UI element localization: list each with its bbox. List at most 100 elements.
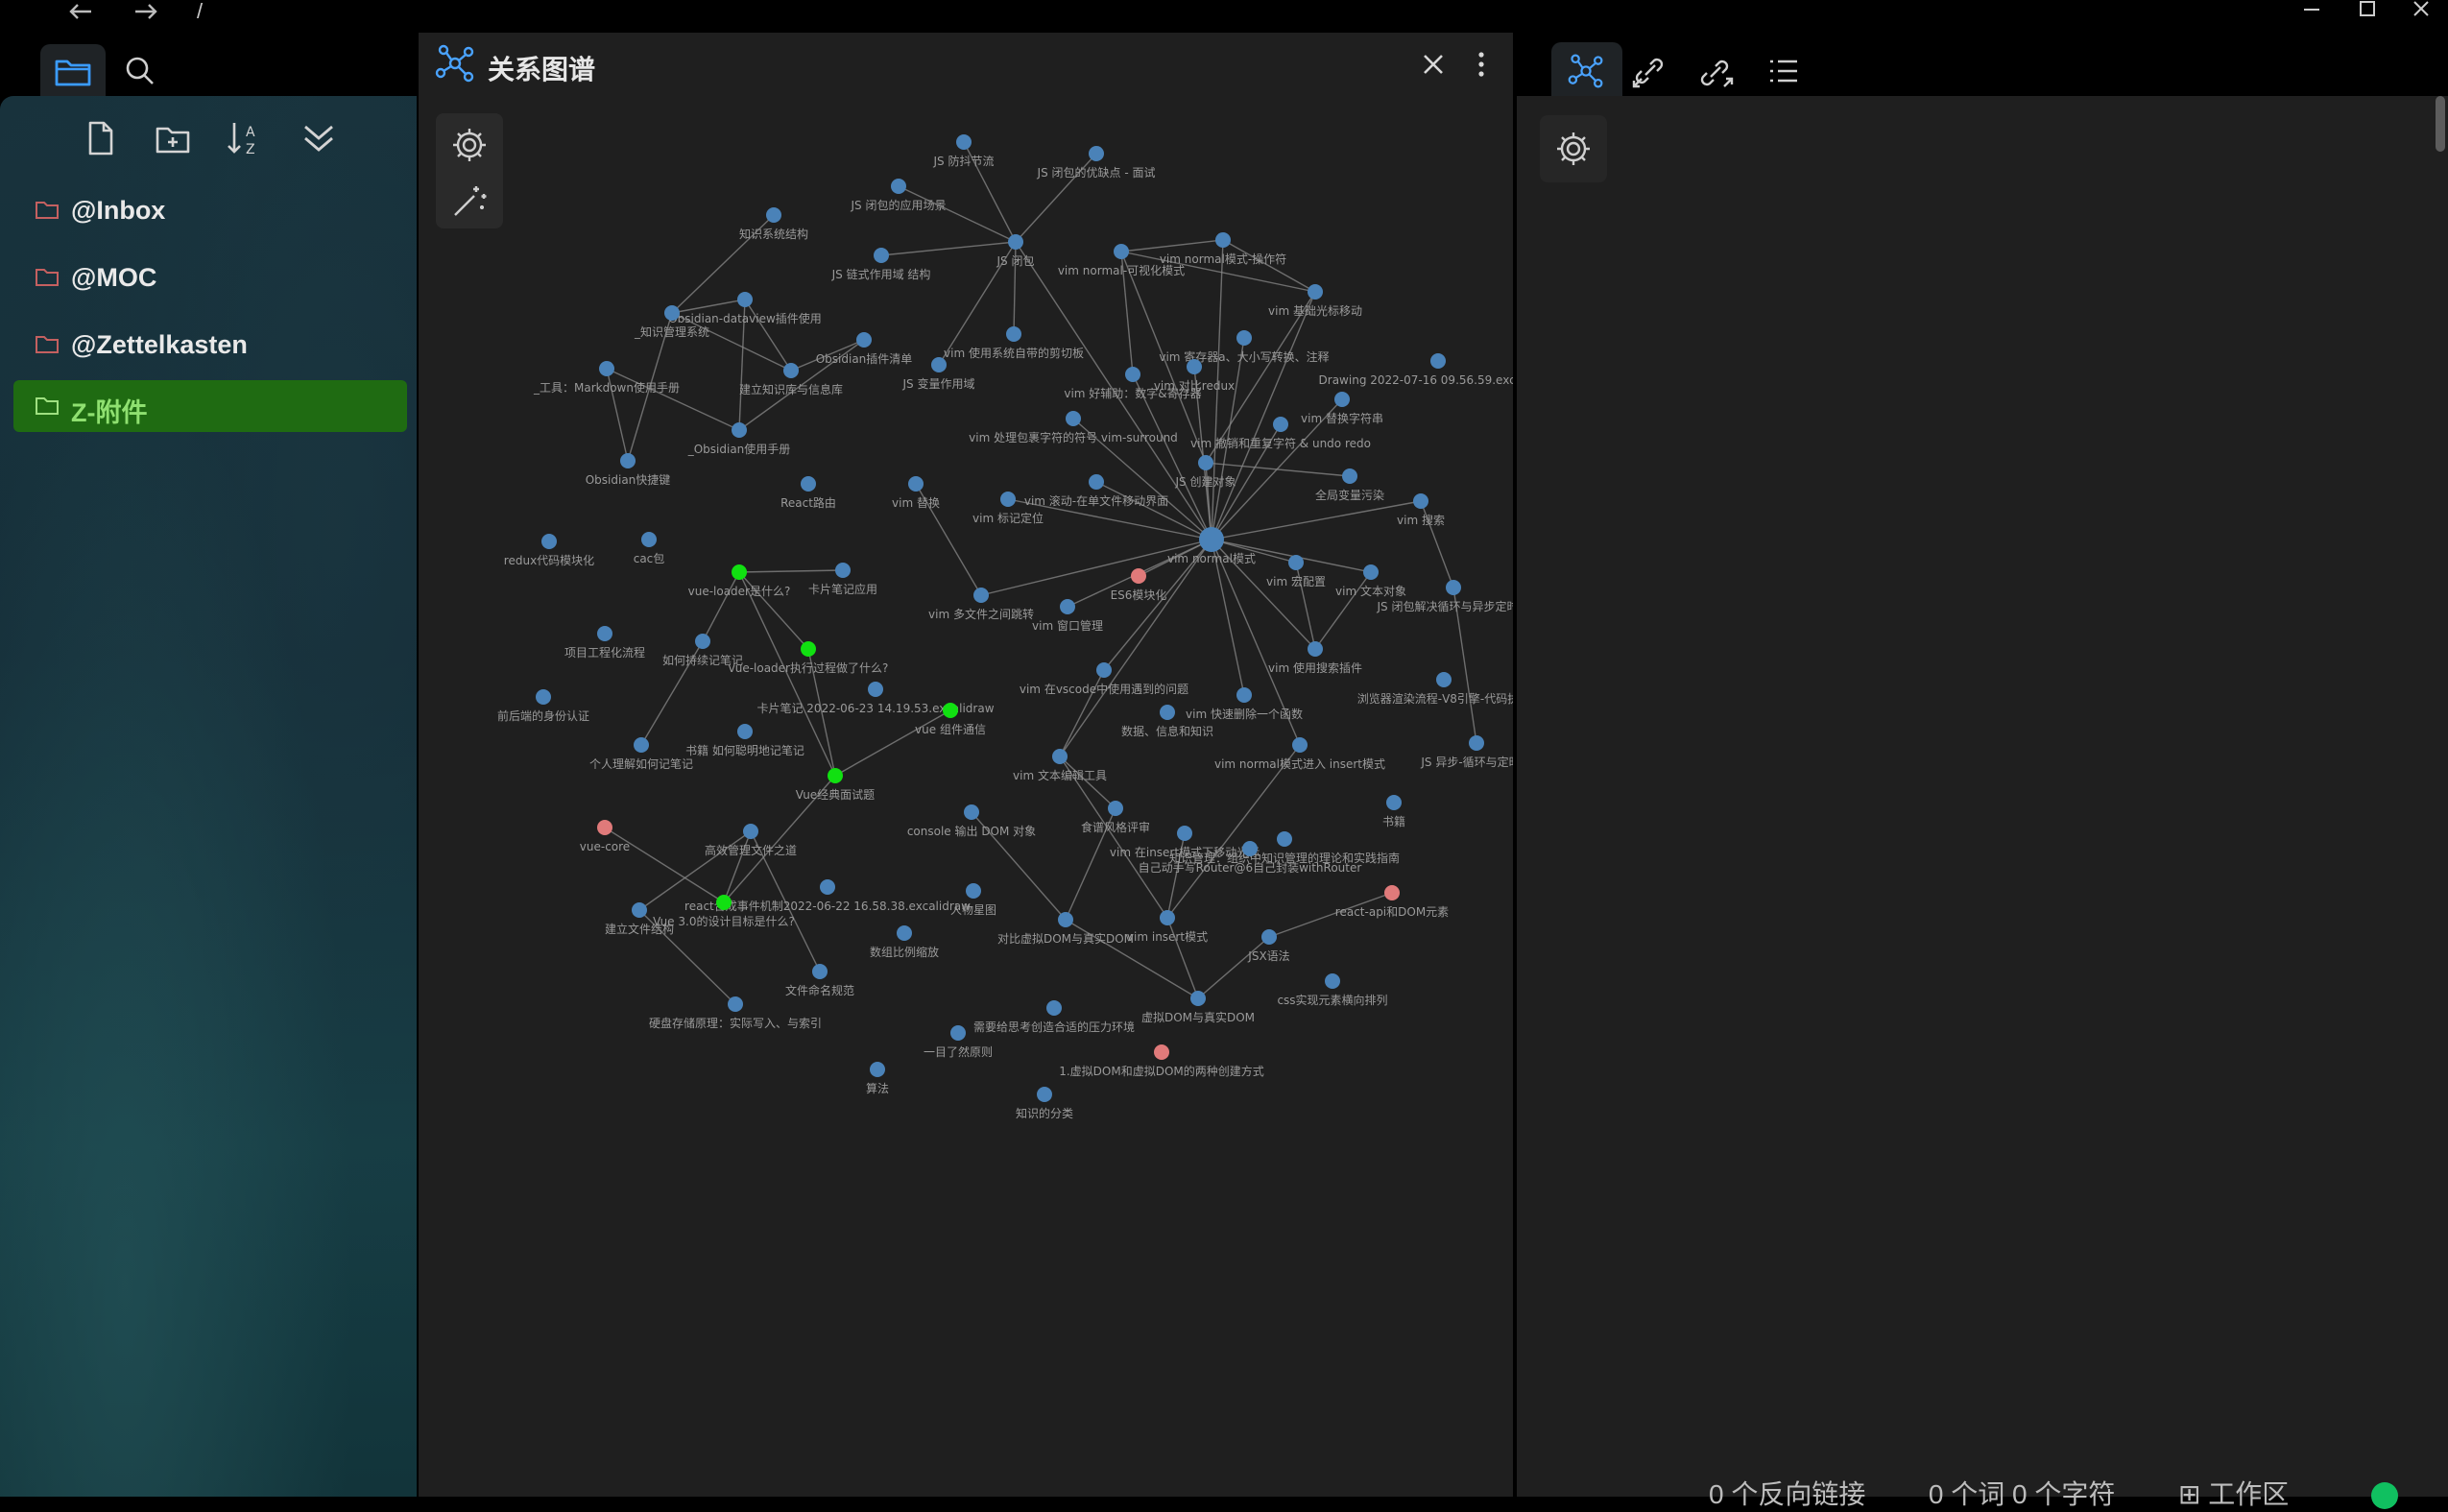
graph-node[interactable]: vim 文本对象 bbox=[1335, 564, 1406, 598]
graph-node-dot[interactable] bbox=[1277, 831, 1292, 847]
graph-node-dot[interactable] bbox=[1288, 555, 1304, 570]
graph-node-dot[interactable] bbox=[868, 682, 883, 697]
graph-node[interactable]: 1.虚拟DOM和虚拟DOM的两种创建方式 bbox=[1059, 1044, 1264, 1078]
graph-node-dot[interactable] bbox=[634, 737, 649, 753]
graph-node-dot[interactable] bbox=[536, 689, 551, 705]
graph-node[interactable]: 文件命名规范 bbox=[785, 964, 854, 997]
graph-node-dot[interactable] bbox=[599, 361, 614, 376]
graph-node-dot[interactable] bbox=[856, 332, 872, 348]
graph-node-dot[interactable] bbox=[732, 564, 747, 580]
graph-node-dot[interactable] bbox=[931, 357, 947, 372]
graph-node-dot[interactable] bbox=[950, 1025, 966, 1041]
graph-node[interactable]: vim 使用系统自带的剪切板 bbox=[944, 326, 1084, 360]
graph-node[interactable]: ES6模块化 bbox=[1111, 568, 1167, 602]
graph-node[interactable]: vim 宏配置 bbox=[1266, 555, 1326, 588]
graph-node[interactable]: css实现元素横向排列 bbox=[1277, 973, 1388, 1007]
graph-node-dot[interactable] bbox=[1413, 493, 1428, 509]
new-folder-icon[interactable] bbox=[148, 113, 198, 163]
graph-node-dot[interactable] bbox=[897, 925, 912, 941]
graph-node-dot[interactable] bbox=[1177, 826, 1192, 841]
arrow-left-icon[interactable] bbox=[63, 0, 98, 33]
graph-node-dot[interactable] bbox=[1236, 687, 1252, 703]
graph-node-dot[interactable] bbox=[597, 626, 612, 641]
graph-node[interactable]: 书籍 bbox=[1382, 795, 1405, 828]
graph-node[interactable]: 知识系统结构 bbox=[739, 207, 808, 241]
graph-node[interactable]: JS 闭包的优缺点 - 面试 bbox=[1037, 146, 1156, 180]
graph-node[interactable]: vim 文本编辑工具 bbox=[1013, 749, 1107, 782]
graph-node[interactable]: 建立知识库与信息库 bbox=[739, 363, 843, 396]
outline-list-icon[interactable] bbox=[1764, 52, 1803, 90]
graph-node-dot[interactable] bbox=[1131, 568, 1146, 584]
graph-node-dot[interactable] bbox=[620, 453, 636, 468]
backlinks-icon[interactable] bbox=[1630, 52, 1668, 90]
graph-node[interactable]: vim 基础光标移动 bbox=[1268, 284, 1362, 318]
graph-node[interactable]: vim 替换字符串 bbox=[1301, 392, 1383, 425]
graph-node-dot[interactable] bbox=[1363, 564, 1379, 580]
graph-node-dot[interactable] bbox=[732, 422, 747, 438]
graph-node-dot[interactable] bbox=[1008, 234, 1023, 250]
graph-node-dot[interactable] bbox=[1096, 662, 1112, 678]
graph-node[interactable]: 项目工程化流程 bbox=[564, 626, 645, 660]
graph-node-dot[interactable] bbox=[1430, 353, 1446, 369]
graph-node-dot[interactable] bbox=[1125, 367, 1140, 382]
graph-node-dot[interactable] bbox=[728, 996, 743, 1012]
status-backlinks[interactable]: 0 个反向链接 bbox=[1709, 1479, 1865, 1509]
graph-node[interactable]: vim 窗口管理 bbox=[1032, 599, 1103, 633]
graph-node[interactable]: 浏览器渲染流程-V8引擎-代码执行 bbox=[1357, 672, 1513, 706]
graph-node-dot[interactable] bbox=[870, 1062, 885, 1077]
graph-node-dot[interactable] bbox=[1469, 735, 1484, 751]
graph-node-dot[interactable] bbox=[1060, 599, 1075, 614]
graph-node[interactable]: vim 滚动-在单文件移动界面 bbox=[1024, 474, 1168, 508]
tab-files[interactable] bbox=[40, 44, 106, 98]
sort-icon[interactable]: A Z bbox=[221, 113, 271, 163]
folder-inbox[interactable]: @Inbox bbox=[13, 184, 407, 236]
graph-node[interactable]: JS 变量作用域 bbox=[902, 357, 975, 391]
graph-node[interactable]: Vue经典面试题 bbox=[796, 768, 875, 802]
graph-node[interactable]: vue-loader是什么? bbox=[688, 564, 791, 598]
graph-node[interactable]: Obsidian快捷键 bbox=[586, 453, 671, 487]
graph-node-dot[interactable] bbox=[783, 363, 799, 378]
graph-node[interactable]: react-api和DOM元素 bbox=[1335, 885, 1449, 919]
arrow-right-icon[interactable] bbox=[129, 0, 163, 33]
graph-node[interactable]: 卡片笔记应用 bbox=[808, 563, 877, 596]
graph-node-dot[interactable] bbox=[1037, 1087, 1052, 1102]
graph-node-dot[interactable] bbox=[1160, 910, 1175, 925]
settings-gear-icon[interactable] bbox=[449, 125, 490, 165]
graph-node[interactable]: 需要给思考创造合适的压力环境 bbox=[973, 1000, 1135, 1034]
graph-node-dot[interactable] bbox=[1325, 973, 1340, 989]
graph-node[interactable]: _工具：Markdown使用手册 bbox=[533, 361, 680, 395]
graph-node[interactable]: React路由 bbox=[780, 476, 836, 510]
graph-node[interactable]: 硬盘存储原理：实际写入、与索引 bbox=[649, 996, 822, 1030]
graph-node[interactable]: redux代码模块化 bbox=[504, 534, 594, 567]
magic-wand-icon[interactable] bbox=[449, 180, 490, 221]
graph-node-dot[interactable] bbox=[1089, 146, 1104, 161]
graph-canvas[interactable]: vim normal模式 JS 防抖节流 JS 闭包的优缺点 - 面试 JS 闭包的应… bbox=[419, 33, 1513, 1497]
graph-node-dot[interactable] bbox=[541, 534, 557, 549]
graph-node[interactable]: cac包 bbox=[634, 532, 665, 565]
graph-node-dot[interactable] bbox=[1242, 841, 1258, 856]
graph-node-dot[interactable] bbox=[1436, 672, 1452, 687]
graph-node-dot[interactable] bbox=[973, 588, 989, 603]
graph-node-dot[interactable] bbox=[1000, 492, 1016, 507]
graph-node[interactable]: 数组比例缩放 bbox=[870, 925, 939, 959]
graph-node-dot[interactable] bbox=[743, 824, 758, 839]
graph-node-dot[interactable] bbox=[1215, 232, 1231, 248]
graph-node[interactable]: JS 防抖节流 bbox=[933, 134, 995, 168]
graph-node-dot[interactable] bbox=[1342, 468, 1357, 484]
graph-node[interactable]: vue-loader执行过程做了什么? bbox=[729, 641, 889, 675]
folder-zettelkasten[interactable]: @Zettelkasten bbox=[13, 319, 407, 371]
graph-node-dot[interactable] bbox=[820, 879, 835, 895]
graph-node[interactable]: vim 寄存器a、大小写转换、注释 bbox=[1159, 330, 1330, 364]
graph-node[interactable]: Drawing 2022-07-16 09.56.59.excalidraw bbox=[1319, 353, 1513, 387]
graph-node[interactable]: JS 链式作用域 结构 bbox=[831, 248, 931, 281]
graph-node[interactable]: _Obsidian使用手册 bbox=[687, 422, 791, 456]
graph-node-dot[interactable] bbox=[1384, 885, 1400, 900]
folder-z-attachments[interactable]: Z-附件 bbox=[13, 380, 407, 432]
graph-node[interactable]: JSX语法 bbox=[1247, 929, 1290, 963]
settings-gear-icon[interactable] bbox=[1553, 129, 1594, 169]
graph-node[interactable]: Obsidian插件清单 bbox=[816, 332, 913, 366]
graph-node[interactable]: JS 闭包的应用场景 bbox=[851, 179, 947, 212]
graph-node[interactable]: 对比虚拟DOM与真实DOM bbox=[997, 912, 1134, 946]
graph-node-dot[interactable] bbox=[1006, 326, 1021, 342]
graph-node-dot[interactable] bbox=[956, 134, 972, 150]
